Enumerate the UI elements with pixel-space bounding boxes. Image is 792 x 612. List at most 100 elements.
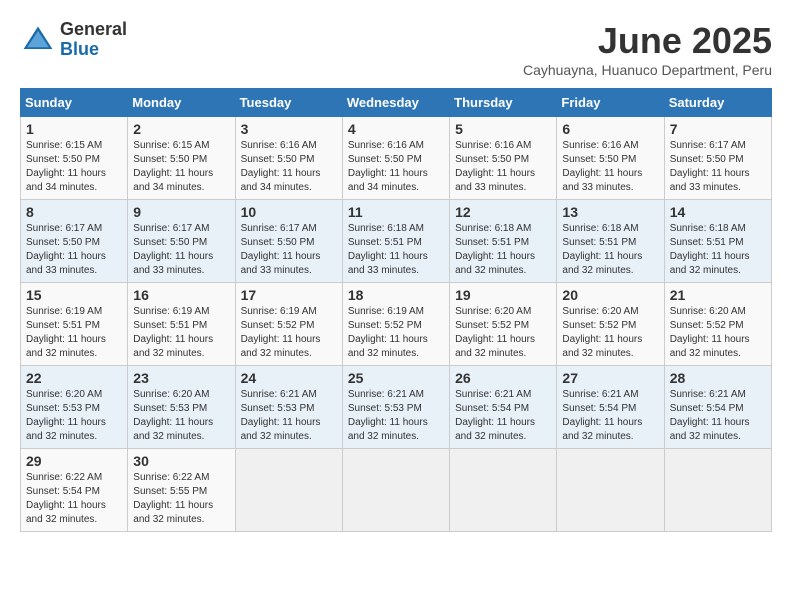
calendar-header-row: Sunday Monday Tuesday Wednesday Thursday… [21, 89, 772, 117]
day-info: Sunrise: 6:22 AMSunset: 5:55 PMDaylight:… [133, 472, 213, 525]
calendar-body: 1 Sunrise: 6:15 AMSunset: 5:50 PMDayligh… [21, 117, 772, 532]
day-info: Sunrise: 6:21 AMSunset: 5:54 PMDaylight:… [670, 389, 750, 442]
day-number: 4 [348, 121, 444, 137]
day-number: 8 [26, 204, 122, 220]
table-row: 3 Sunrise: 6:16 AMSunset: 5:50 PMDayligh… [235, 117, 342, 200]
day-number: 14 [670, 204, 766, 220]
day-info: Sunrise: 6:18 AMSunset: 5:51 PMDaylight:… [562, 223, 642, 276]
table-row: 4 Sunrise: 6:16 AMSunset: 5:50 PMDayligh… [342, 117, 449, 200]
logo-general-text: General [60, 19, 127, 39]
table-row: 6 Sunrise: 6:16 AMSunset: 5:50 PMDayligh… [557, 117, 664, 200]
table-row: 10 Sunrise: 6:17 AMSunset: 5:50 PMDaylig… [235, 200, 342, 283]
table-row: 20 Sunrise: 6:20 AMSunset: 5:52 PMDaylig… [557, 283, 664, 366]
table-row [450, 449, 557, 532]
day-number: 1 [26, 121, 122, 137]
day-number: 3 [241, 121, 337, 137]
day-info: Sunrise: 6:15 AMSunset: 5:50 PMDaylight:… [26, 140, 106, 193]
day-number: 25 [348, 370, 444, 386]
calendar-week-row: 1 Sunrise: 6:15 AMSunset: 5:50 PMDayligh… [21, 117, 772, 200]
table-row: 24 Sunrise: 6:21 AMSunset: 5:53 PMDaylig… [235, 366, 342, 449]
day-info: Sunrise: 6:18 AMSunset: 5:51 PMDaylight:… [670, 223, 750, 276]
col-wednesday: Wednesday [342, 89, 449, 117]
day-number: 28 [670, 370, 766, 386]
day-number: 19 [455, 287, 551, 303]
day-number: 29 [26, 453, 122, 469]
col-friday: Friday [557, 89, 664, 117]
day-info: Sunrise: 6:17 AMSunset: 5:50 PMDaylight:… [670, 140, 750, 193]
table-row: 22 Sunrise: 6:20 AMSunset: 5:53 PMDaylig… [21, 366, 128, 449]
day-number: 6 [562, 121, 658, 137]
table-row: 17 Sunrise: 6:19 AMSunset: 5:52 PMDaylig… [235, 283, 342, 366]
title-area: June 2025 Cayhuayna, Huanuco Department,… [523, 20, 772, 78]
day-number: 12 [455, 204, 551, 220]
table-row: 25 Sunrise: 6:21 AMSunset: 5:53 PMDaylig… [342, 366, 449, 449]
table-row: 15 Sunrise: 6:19 AMSunset: 5:51 PMDaylig… [21, 283, 128, 366]
table-row: 5 Sunrise: 6:16 AMSunset: 5:50 PMDayligh… [450, 117, 557, 200]
day-info: Sunrise: 6:18 AMSunset: 5:51 PMDaylight:… [348, 223, 428, 276]
table-row [342, 449, 449, 532]
col-saturday: Saturday [664, 89, 771, 117]
table-row: 2 Sunrise: 6:15 AMSunset: 5:50 PMDayligh… [128, 117, 235, 200]
table-row: 21 Sunrise: 6:20 AMSunset: 5:52 PMDaylig… [664, 283, 771, 366]
page-header: General Blue June 2025 Cayhuayna, Huanuc… [20, 20, 772, 78]
table-row: 1 Sunrise: 6:15 AMSunset: 5:50 PMDayligh… [21, 117, 128, 200]
col-tuesday: Tuesday [235, 89, 342, 117]
table-row: 14 Sunrise: 6:18 AMSunset: 5:51 PMDaylig… [664, 200, 771, 283]
col-sunday: Sunday [21, 89, 128, 117]
day-info: Sunrise: 6:21 AMSunset: 5:54 PMDaylight:… [455, 389, 535, 442]
day-number: 23 [133, 370, 229, 386]
day-number: 24 [241, 370, 337, 386]
day-info: Sunrise: 6:20 AMSunset: 5:52 PMDaylight:… [455, 306, 535, 359]
day-number: 18 [348, 287, 444, 303]
calendar-week-row: 22 Sunrise: 6:20 AMSunset: 5:53 PMDaylig… [21, 366, 772, 449]
day-number: 11 [348, 204, 444, 220]
day-info: Sunrise: 6:19 AMSunset: 5:51 PMDaylight:… [26, 306, 106, 359]
day-info: Sunrise: 6:16 AMSunset: 5:50 PMDaylight:… [455, 140, 535, 193]
calendar-table: Sunday Monday Tuesday Wednesday Thursday… [20, 88, 772, 532]
day-info: Sunrise: 6:20 AMSunset: 5:52 PMDaylight:… [562, 306, 642, 359]
table-row: 11 Sunrise: 6:18 AMSunset: 5:51 PMDaylig… [342, 200, 449, 283]
day-info: Sunrise: 6:17 AMSunset: 5:50 PMDaylight:… [133, 223, 213, 276]
day-info: Sunrise: 6:20 AMSunset: 5:52 PMDaylight:… [670, 306, 750, 359]
day-info: Sunrise: 6:21 AMSunset: 5:53 PMDaylight:… [348, 389, 428, 442]
day-number: 9 [133, 204, 229, 220]
table-row: 18 Sunrise: 6:19 AMSunset: 5:52 PMDaylig… [342, 283, 449, 366]
table-row: 12 Sunrise: 6:18 AMSunset: 5:51 PMDaylig… [450, 200, 557, 283]
table-row: 8 Sunrise: 6:17 AMSunset: 5:50 PMDayligh… [21, 200, 128, 283]
table-row: 27 Sunrise: 6:21 AMSunset: 5:54 PMDaylig… [557, 366, 664, 449]
day-info: Sunrise: 6:16 AMSunset: 5:50 PMDaylight:… [562, 140, 642, 193]
table-row: 9 Sunrise: 6:17 AMSunset: 5:50 PMDayligh… [128, 200, 235, 283]
day-number: 27 [562, 370, 658, 386]
day-number: 5 [455, 121, 551, 137]
table-row: 23 Sunrise: 6:20 AMSunset: 5:53 PMDaylig… [128, 366, 235, 449]
calendar-week-row: 8 Sunrise: 6:17 AMSunset: 5:50 PMDayligh… [21, 200, 772, 283]
day-info: Sunrise: 6:19 AMSunset: 5:51 PMDaylight:… [133, 306, 213, 359]
table-row: 26 Sunrise: 6:21 AMSunset: 5:54 PMDaylig… [450, 366, 557, 449]
calendar-week-row: 15 Sunrise: 6:19 AMSunset: 5:51 PMDaylig… [21, 283, 772, 366]
table-row: 13 Sunrise: 6:18 AMSunset: 5:51 PMDaylig… [557, 200, 664, 283]
table-row: 29 Sunrise: 6:22 AMSunset: 5:54 PMDaylig… [21, 449, 128, 532]
day-number: 15 [26, 287, 122, 303]
month-title: June 2025 [523, 20, 772, 62]
day-number: 2 [133, 121, 229, 137]
table-row: 7 Sunrise: 6:17 AMSunset: 5:50 PMDayligh… [664, 117, 771, 200]
day-number: 7 [670, 121, 766, 137]
day-info: Sunrise: 6:18 AMSunset: 5:51 PMDaylight:… [455, 223, 535, 276]
table-row: 19 Sunrise: 6:20 AMSunset: 5:52 PMDaylig… [450, 283, 557, 366]
day-number: 16 [133, 287, 229, 303]
day-number: 10 [241, 204, 337, 220]
logo-blue-text: Blue [60, 39, 99, 59]
table-row [557, 449, 664, 532]
day-info: Sunrise: 6:21 AMSunset: 5:54 PMDaylight:… [562, 389, 642, 442]
day-info: Sunrise: 6:17 AMSunset: 5:50 PMDaylight:… [26, 223, 106, 276]
table-row [664, 449, 771, 532]
day-number: 30 [133, 453, 229, 469]
calendar-week-row: 29 Sunrise: 6:22 AMSunset: 5:54 PMDaylig… [21, 449, 772, 532]
location-subtitle: Cayhuayna, Huanuco Department, Peru [523, 62, 772, 78]
day-info: Sunrise: 6:16 AMSunset: 5:50 PMDaylight:… [348, 140, 428, 193]
day-number: 21 [670, 287, 766, 303]
day-number: 22 [26, 370, 122, 386]
day-number: 26 [455, 370, 551, 386]
day-info: Sunrise: 6:20 AMSunset: 5:53 PMDaylight:… [133, 389, 213, 442]
day-info: Sunrise: 6:19 AMSunset: 5:52 PMDaylight:… [348, 306, 428, 359]
